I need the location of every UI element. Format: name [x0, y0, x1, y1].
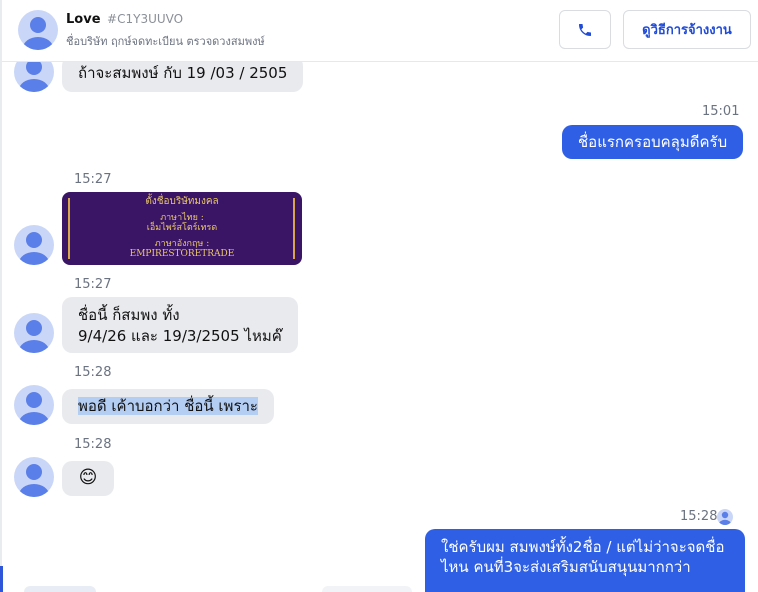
message-bubble-incoming: พอดี เค้าบอกว่า ชื่อนี้ เพราะ: [62, 389, 274, 424]
sender-avatar: [14, 457, 54, 497]
user-avatar-icon: [19, 464, 49, 497]
footer-control[interactable]: [322, 586, 412, 592]
message-bubble-incoming: ชื่อนี้ ก็สมพง ทั้ง 9/4/26 และ 19/3/2505…: [62, 297, 298, 353]
user-avatar-icon: [19, 392, 49, 425]
user-avatar-icon: [23, 17, 53, 50]
call-button[interactable]: [559, 10, 611, 49]
message-line: ใช่ครับผม สมพงษ์ทั้ง2ชื่อ / แต่ไม่ว่าจะจ…: [441, 538, 725, 556]
message-timestamp: 15:28: [74, 365, 112, 380]
user-avatar-icon: [19, 320, 49, 353]
sender-avatar: [14, 225, 54, 265]
read-receipt-avatar: [717, 509, 733, 525]
sender-avatar: [14, 313, 54, 353]
message-timestamp: 15:28: [680, 509, 718, 524]
image-eng-name: EMPIRESTORETRADE: [129, 249, 235, 259]
footer-control[interactable]: [24, 586, 96, 592]
image-thai-name: เอ็มไพร์สโตร์เทรด: [146, 223, 218, 233]
phone-icon: [579, 23, 591, 36]
message-timestamp: 15:28: [74, 437, 112, 452]
message-line: ไหน คนที่3จะส่งเสริมสนับสนุนมากกว่า: [441, 558, 691, 576]
sender-avatar: [14, 385, 54, 425]
selected-text[interactable]: พอดี เค้าบอกว่า ชื่อนี้ เพราะ: [78, 397, 258, 415]
contact-avatar[interactable]: [18, 10, 58, 50]
message-bubble-emoji: 😊: [62, 461, 114, 496]
contact-subtitle: ชื่อบริษัท ฤกษ์จดทะเบียน ตรวจดวงสมพงษ์: [66, 35, 265, 48]
message-bubble-outgoing: ใช่ครับผม สมพงษ์ทั้ง2ชื่อ / แต่ไม่ว่าจะจ…: [425, 529, 745, 592]
image-title: ตั้งชื่อบริษัทมงคล: [145, 196, 219, 207]
chat-header: Love #C1Y3UUVO ชื่อบริษัท ฤกษ์จดทะเบียน …: [2, 0, 758, 62]
message-timestamp: 15:27: [74, 172, 112, 187]
user-avatar-icon: [19, 232, 49, 265]
message-bubble-outgoing: ชื่อแรกครอบคลุมดีครับ: [562, 125, 744, 159]
contact-name-text: Love: [66, 12, 101, 27]
left-panel-edge: [0, 0, 2, 592]
message-timestamp: 15:01: [702, 104, 740, 119]
contact-code: #C1Y3UUVO: [107, 12, 184, 26]
user-avatar-icon: [719, 511, 731, 525]
contact-name: Love #C1Y3UUVO: [66, 12, 183, 27]
message-timestamp: 15:27: [74, 277, 112, 292]
hire-method-button[interactable]: ดูวิธีการจ้างงาน: [623, 10, 751, 49]
message-line: 9/4/26 และ 19/3/2505 ไหมค๊: [78, 327, 282, 345]
message-image[interactable]: ตั้งชื่อบริษัทมงคล ภาษาไทย : เอ็มไพร์สโต…: [62, 192, 302, 265]
message-line: ชื่อนี้ ก็สมพง ทั้ง: [78, 306, 180, 324]
left-panel-accent: [0, 566, 3, 592]
